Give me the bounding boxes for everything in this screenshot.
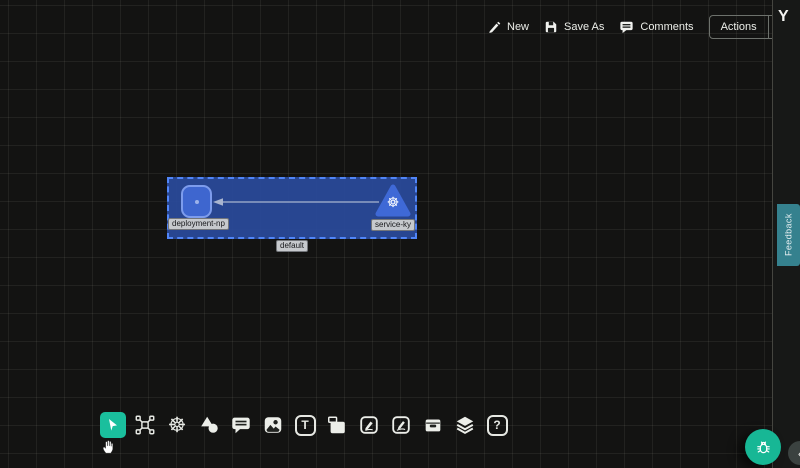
feedback-tab[interactable]: Feedback xyxy=(777,204,800,266)
connector-arrow[interactable] xyxy=(212,196,382,208)
comments-button[interactable]: Comments xyxy=(619,20,693,34)
bug-report-button[interactable] xyxy=(745,429,781,465)
node-service[interactable]: ☸ xyxy=(375,183,411,219)
image-tool[interactable] xyxy=(260,412,286,438)
node-graph-icon xyxy=(134,414,156,436)
pen-icon xyxy=(358,414,380,436)
note-tool[interactable] xyxy=(324,412,350,438)
note-icon xyxy=(326,414,348,436)
text-icon: T xyxy=(295,415,316,436)
bug-icon xyxy=(754,438,773,457)
kubernetes-wheel-icon: ☸ xyxy=(168,415,187,436)
layers-tool[interactable] xyxy=(452,412,478,438)
shapes-tool[interactable] xyxy=(196,412,222,438)
new-button[interactable]: New xyxy=(487,20,529,34)
comment-bubble-icon xyxy=(619,20,634,34)
connection-port xyxy=(195,200,199,204)
comment-tool[interactable] xyxy=(228,412,254,438)
actions-label: Actions xyxy=(710,16,768,38)
save-icon xyxy=(544,20,558,34)
comments-label: Comments xyxy=(640,21,693,33)
comment-icon xyxy=(230,414,252,436)
pen-tool[interactable] xyxy=(356,412,382,438)
question-icon: ? xyxy=(487,415,508,436)
cursor-arrow-icon xyxy=(105,417,121,433)
archive-icon xyxy=(422,414,444,436)
save-as-button[interactable]: Save As xyxy=(544,20,604,34)
feedback-label: Feedback xyxy=(784,214,794,257)
top-toolbar: New Save As Comments Actions ▾ Share xyxy=(487,15,800,39)
pencil-icon xyxy=(487,20,501,34)
image-icon xyxy=(262,414,284,436)
layers-icon xyxy=(454,414,476,436)
node-graph-tool[interactable] xyxy=(132,412,158,438)
pencil-tool[interactable] xyxy=(388,412,414,438)
new-label: New xyxy=(507,21,529,33)
node-label-service: service-ky xyxy=(371,219,415,231)
kubernetes-wheel-icon: ☸ xyxy=(375,191,411,213)
archive-tool[interactable] xyxy=(420,412,446,438)
tool-palette: ☸ T xyxy=(100,412,510,438)
save-as-label: Save As xyxy=(564,21,604,33)
help-tool[interactable]: ? xyxy=(484,412,510,438)
node-label-deployment: deployment-np xyxy=(168,218,229,230)
hand-cursor-icon xyxy=(100,437,118,455)
text-tool[interactable]: T xyxy=(292,412,318,438)
node-deployment[interactable] xyxy=(181,185,212,218)
pencil-icon xyxy=(390,414,412,436)
select-tool[interactable] xyxy=(100,412,126,438)
app-logo: Y xyxy=(778,8,789,26)
kubernetes-tool[interactable]: ☸ xyxy=(164,412,190,438)
group-label-default: default xyxy=(276,240,308,252)
shapes-icon xyxy=(198,414,220,436)
